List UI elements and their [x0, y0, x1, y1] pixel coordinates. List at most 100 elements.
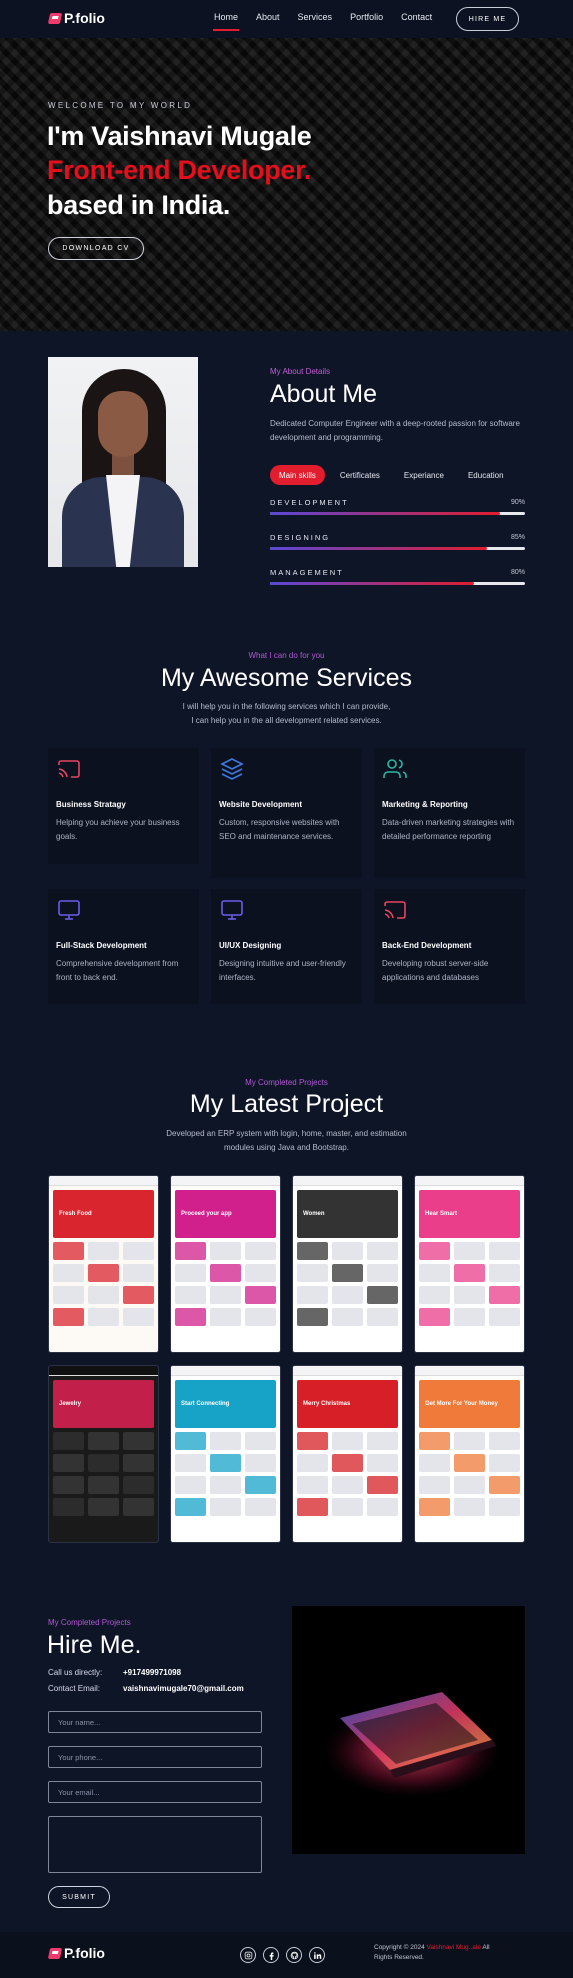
tab-main-skills[interactable]: Main skills	[270, 465, 325, 485]
copyright-text: Copyright © 2024	[374, 1944, 425, 1951]
nav-links: Home About Services Portfolio Contact	[212, 12, 450, 31]
skill-percent: 90%	[510, 499, 525, 506]
thumb-content-row	[297, 1308, 398, 1326]
facebook-icon[interactable]	[263, 1947, 279, 1963]
skill-development: DEVELOPMENT 90%	[270, 498, 525, 515]
thumb-block	[419, 1264, 450, 1282]
thumb-banner-text: Fresh Food	[59, 1211, 92, 1217]
tab-experiance[interactable]: Experiance	[395, 465, 453, 485]
services-desc-line1: I will help you in the following service…	[182, 702, 391, 711]
thumb-banner: Get More For Your Money	[419, 1380, 520, 1428]
phone-value[interactable]: +917499971098	[123, 1668, 181, 1677]
profile-photo	[48, 357, 198, 567]
service-card-uiux[interactable]: UI/UX Designing Designing intuitive and …	[211, 889, 362, 1004]
instagram-icon[interactable]	[240, 1947, 256, 1963]
service-card-backend[interactable]: Back-End Development Developing robust s…	[374, 889, 525, 1004]
thumb-block	[297, 1264, 328, 1282]
nav-portfolio[interactable]: Portfolio	[350, 12, 383, 22]
tab-certificates[interactable]: Certificates	[331, 465, 389, 485]
thumb-block	[53, 1242, 84, 1260]
jewelry-store-thumbnail[interactable]: Jewelry	[48, 1365, 159, 1543]
name-input[interactable]: Your name...	[48, 1711, 262, 1733]
thumb-block	[88, 1498, 119, 1516]
hero-kicker: WELCOME TO MY WORLD	[48, 101, 193, 110]
logo[interactable]: P.folio	[47, 10, 105, 26]
thumb-content-row	[419, 1476, 520, 1494]
thumb-block	[123, 1476, 154, 1494]
logo-text: P.folio	[64, 10, 105, 26]
logo-icon	[47, 1947, 63, 1959]
thumb-banner: Proceed your app	[175, 1190, 276, 1238]
footer-logo[interactable]: P.folio	[47, 1945, 105, 1961]
phone-input[interactable]: Your phone...	[48, 1746, 262, 1768]
nav-home[interactable]: Home	[212, 12, 240, 31]
tab-education[interactable]: Education	[459, 465, 513, 485]
skill-bar	[270, 582, 525, 585]
service-title: Back-End Development	[382, 941, 472, 950]
services-description: I will help you in the following service…	[0, 700, 573, 728]
christmas-thumbnail[interactable]: Merry Christmas	[292, 1365, 403, 1543]
social-app-thumbnail[interactable]: Start Connecting	[170, 1365, 281, 1543]
footer-logo-text: P.folio	[64, 1945, 105, 1961]
hero-location: based in India.	[47, 190, 231, 220]
app-landing-thumbnail[interactable]: Proceed your app	[170, 1175, 281, 1353]
thumb-block	[419, 1242, 450, 1260]
food-site-thumbnail[interactable]: Fresh Food	[48, 1175, 159, 1353]
service-card-website[interactable]: Website Development Custom, responsive w…	[211, 748, 362, 878]
nav-services[interactable]: Services	[298, 12, 333, 22]
thumb-block	[419, 1308, 450, 1326]
hire-me-button[interactable]: HIRE ME	[456, 7, 519, 31]
thumb-block	[297, 1286, 328, 1304]
audio-store-thumbnail[interactable]: Hear Smart	[414, 1175, 525, 1353]
about-tabs: Main skills Certificates Experiance Educ…	[270, 465, 519, 485]
thumb-content-row	[297, 1242, 398, 1260]
thumb-block	[175, 1308, 206, 1326]
thumb-block	[245, 1476, 276, 1494]
nav-about[interactable]: About	[256, 12, 280, 22]
email-value[interactable]: vaishnavimugale70@gmail.com	[123, 1684, 244, 1693]
thumb-content-row	[297, 1498, 398, 1516]
thumb-banner: Hear Smart	[419, 1190, 520, 1238]
fashion-store-thumbnail[interactable]: Women	[292, 1175, 403, 1353]
thumb-content-row	[419, 1264, 520, 1282]
cast-icon	[384, 901, 406, 919]
service-card-fullstack[interactable]: Full-Stack Development Comprehensive dev…	[48, 889, 199, 1004]
submit-button[interactable]: SUBMIT	[48, 1886, 110, 1908]
thumb-block	[454, 1264, 485, 1282]
thumb-content-row	[419, 1498, 520, 1516]
thumb-content-row	[53, 1308, 154, 1326]
copyright-brand[interactable]: Vaishnavi Mug..ale	[427, 1944, 481, 1951]
thumb-content-row	[175, 1432, 276, 1450]
thumb-block	[88, 1286, 119, 1304]
download-cv-button[interactable]: DOWNLOAD CV	[48, 237, 144, 260]
nav-contact[interactable]: Contact	[401, 12, 432, 22]
finance-thumbnail[interactable]: Get More For Your Money	[414, 1365, 525, 1543]
thumb-block	[489, 1286, 520, 1304]
service-card-business[interactable]: Business Stratagy Helping you achieve yo…	[48, 748, 199, 864]
projects-desc-line2: modules using Java and Bootstrap.	[224, 1143, 349, 1152]
about-kicker: My About Details	[270, 367, 331, 376]
service-text: Custom, responsive websites with SEO and…	[219, 818, 340, 841]
github-icon[interactable]	[286, 1947, 302, 1963]
service-card-marketing[interactable]: Marketing & Reporting Data-driven market…	[374, 748, 525, 878]
thumb-content-row	[53, 1476, 154, 1494]
thumb-block	[489, 1476, 520, 1494]
thumb-block	[175, 1454, 206, 1472]
thumb-content-row	[297, 1264, 398, 1282]
thumb-content-row	[419, 1242, 520, 1260]
thumb-content-row	[175, 1264, 276, 1282]
thumb-block	[419, 1476, 450, 1494]
thumb-content-row	[175, 1476, 276, 1494]
thumb-block	[332, 1454, 363, 1472]
service-text: Comprehensive development from front to …	[56, 959, 179, 982]
message-textarea[interactable]	[48, 1816, 262, 1873]
thumb-block	[123, 1498, 154, 1516]
service-title: UI/UX Designing	[219, 941, 282, 950]
thumb-block	[88, 1264, 119, 1282]
copyright: Copyright © 2024 Vaishnavi Mug..ale All …	[374, 1943, 534, 1963]
thumb-block	[332, 1432, 363, 1450]
skill-name: DESIGNING	[270, 533, 331, 542]
linkedin-icon[interactable]	[309, 1947, 325, 1963]
thumb-block	[210, 1264, 241, 1282]
email-input[interactable]: Your email...	[48, 1781, 262, 1803]
